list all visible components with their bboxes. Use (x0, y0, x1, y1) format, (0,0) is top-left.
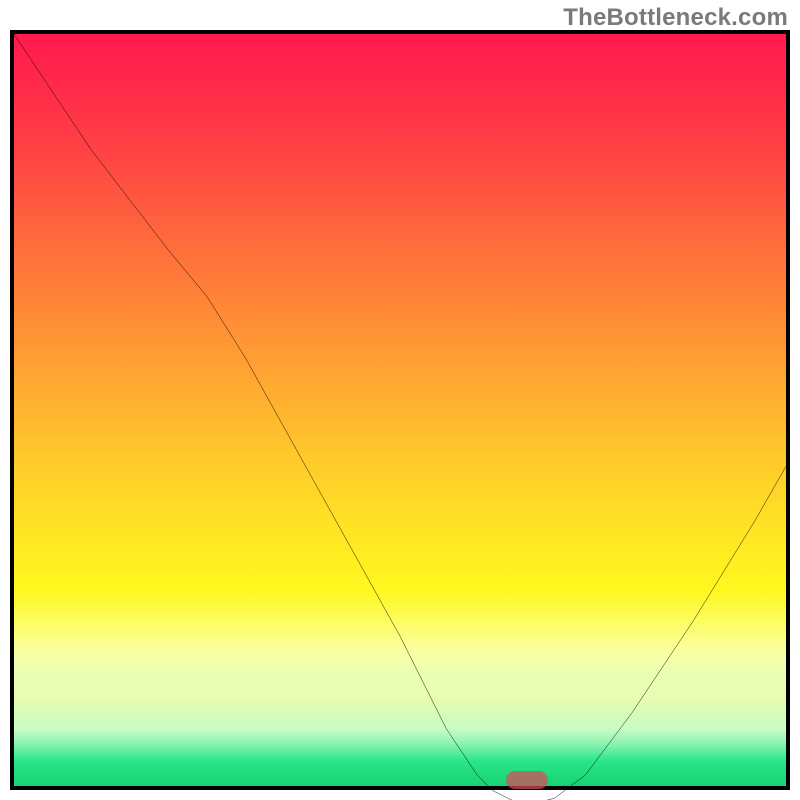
curve-path (14, 34, 786, 800)
plot-area (10, 30, 790, 790)
chart-container: TheBottleneck.com (0, 0, 800, 800)
optimal-point-marker (506, 771, 548, 789)
bottleneck-curve (14, 34, 786, 800)
watermark-text: TheBottleneck.com (563, 4, 788, 32)
